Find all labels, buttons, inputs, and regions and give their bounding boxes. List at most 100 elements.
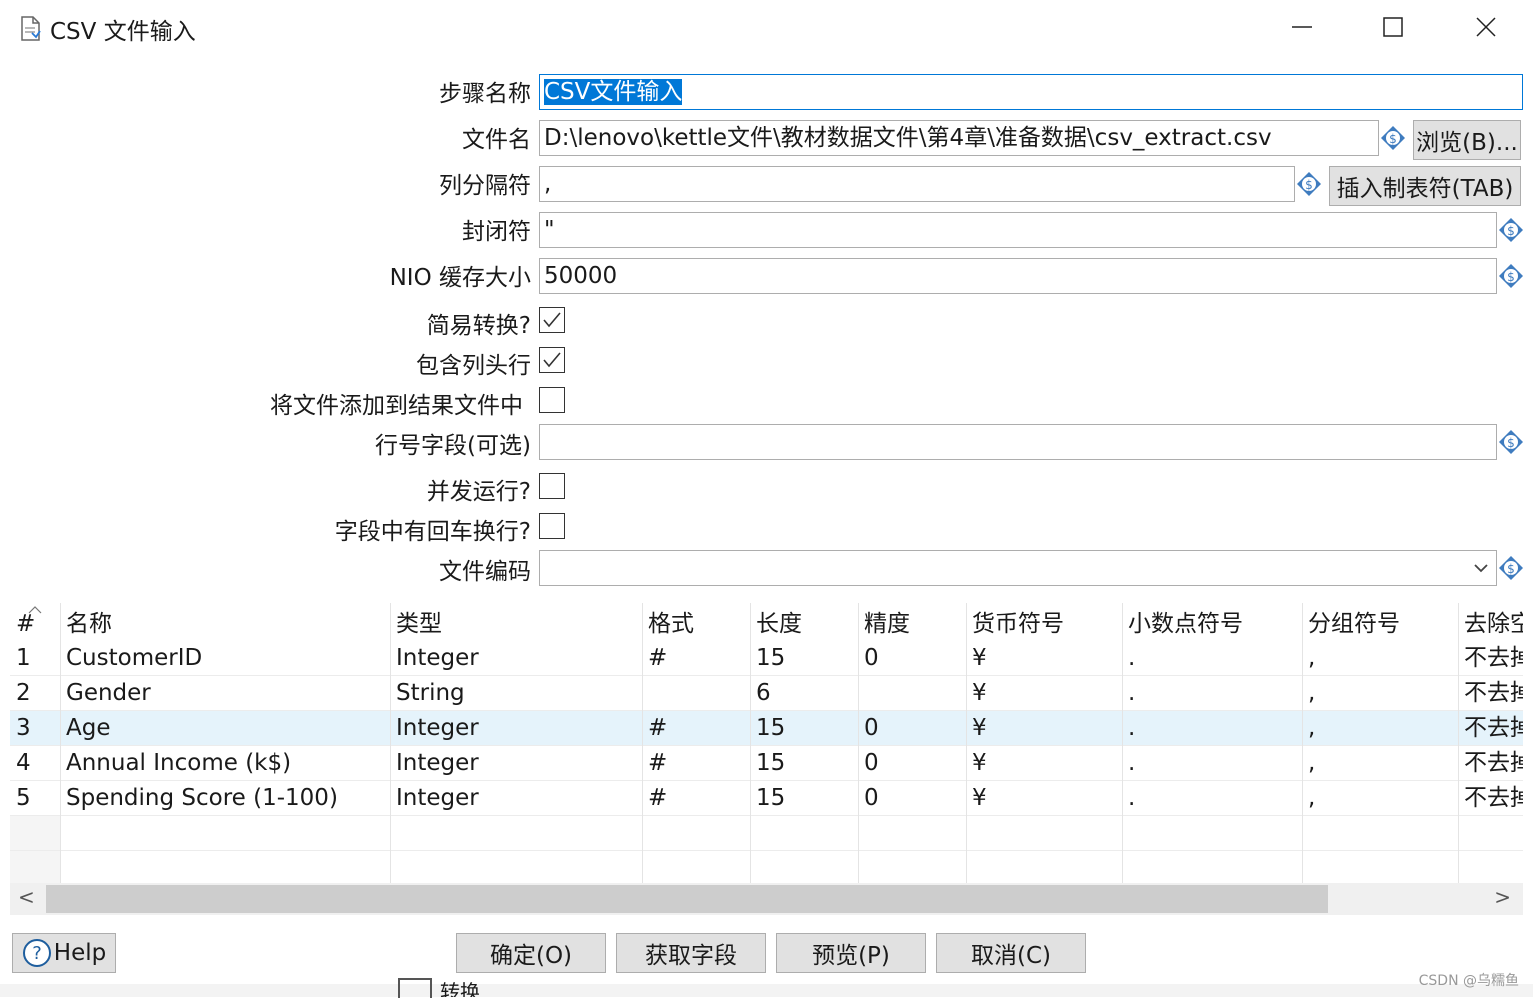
header-row-checkbox[interactable] — [539, 347, 565, 373]
column-header[interactable]: 分组符号 — [1302, 603, 1458, 641]
horizontal-scrollbar[interactable]: < > — [10, 883, 1523, 915]
column-header[interactable]: 精度 — [858, 603, 966, 641]
table-cell[interactable] — [1458, 851, 1523, 883]
table-cell[interactable]: String — [390, 676, 642, 711]
table-cell[interactable]: . — [1122, 641, 1302, 676]
column-header[interactable]: 小数点符号 — [1122, 603, 1302, 641]
table-cell[interactable]: , — [1302, 676, 1458, 711]
table-cell[interactable]: 不去掉 — [1458, 746, 1523, 781]
browse-button[interactable]: 浏览(B)... — [1413, 120, 1521, 160]
table-cell[interactable]: 0 — [858, 781, 966, 816]
variable-icon[interactable]: $ — [1498, 555, 1524, 581]
table-row[interactable]: 1 CustomerID Integer #15 0 ¥., 不去掉 — [10, 641, 1523, 676]
table-cell[interactable]: Integer — [390, 711, 642, 746]
table-row[interactable] — [10, 816, 1523, 851]
table-cell[interactable] — [1302, 816, 1458, 851]
preview-button[interactable]: 预览(P) — [776, 933, 926, 973]
variable-icon[interactable]: $ — [1296, 171, 1322, 197]
table-row[interactable] — [10, 851, 1523, 883]
newline-in-field-checkbox[interactable] — [539, 513, 565, 539]
table-cell[interactable]: Age — [60, 711, 390, 746]
table-cell[interactable] — [750, 851, 858, 883]
delimiter-field[interactable]: , — [539, 166, 1295, 202]
table-cell[interactable] — [60, 851, 390, 883]
encoding-select[interactable] — [539, 550, 1497, 586]
minimize-button[interactable] — [1272, 4, 1332, 50]
scroll-right-arrow[interactable]: > — [1494, 885, 1511, 909]
table-row[interactable]: 4 Annual Income (k$) Integer #15 0 ¥., 不去掉 — [10, 746, 1523, 781]
table-cell[interactable]: 6 — [750, 676, 858, 711]
table-cell[interactable]: # — [642, 746, 750, 781]
close-button[interactable] — [1456, 4, 1516, 50]
filename-field[interactable]: D:\lenovo\kettle文件\教材数据文件\第4章\准备数据\csv_e… — [539, 120, 1379, 156]
insert-tab-button[interactable]: 插入制表符(TAB) — [1329, 166, 1521, 206]
table-row[interactable]: 3 Age Integer #15 0 ¥., 不去掉 — [10, 711, 1523, 746]
table-cell[interactable] — [1302, 851, 1458, 883]
cancel-button[interactable]: 取消(C) — [936, 933, 1086, 973]
column-header[interactable]: 去除空 — [1458, 603, 1523, 641]
table-cell[interactable]: # — [642, 781, 750, 816]
table-cell[interactable]: ¥ — [966, 711, 1122, 746]
table-cell[interactable]: 15 — [750, 711, 858, 746]
get-fields-button[interactable]: 获取字段 — [616, 933, 766, 973]
table-cell[interactable] — [390, 816, 642, 851]
table-cell[interactable]: Spending Score (1-100) — [60, 781, 390, 816]
table-cell[interactable]: Integer — [390, 781, 642, 816]
table-cell[interactable]: ¥ — [966, 746, 1122, 781]
table-cell[interactable]: 15 — [750, 746, 858, 781]
table-cell[interactable]: CustomerID — [60, 641, 390, 676]
table-cell[interactable] — [966, 816, 1122, 851]
enclosure-field[interactable]: " — [539, 212, 1497, 248]
column-header[interactable]: 名称 — [60, 603, 390, 641]
table-cell[interactable]: Annual Income (k$) — [60, 746, 390, 781]
table-cell[interactable]: ¥ — [966, 781, 1122, 816]
variable-icon[interactable]: $ — [1498, 263, 1524, 289]
parallel-checkbox[interactable] — [539, 473, 565, 499]
table-cell[interactable] — [1458, 816, 1523, 851]
table-cell[interactable] — [858, 851, 966, 883]
table-cell[interactable]: Integer — [390, 746, 642, 781]
table-cell[interactable] — [858, 676, 966, 711]
table-cell[interactable]: ¥ — [966, 676, 1122, 711]
table-row[interactable]: 2 Gender String 6 ¥., 不去掉 — [10, 676, 1523, 711]
table-cell[interactable]: , — [1302, 746, 1458, 781]
table-cell[interactable] — [966, 851, 1122, 883]
table-cell[interactable] — [390, 851, 642, 883]
table-cell[interactable]: . — [1122, 781, 1302, 816]
table-cell[interactable]: 不去掉 — [1458, 781, 1523, 816]
table-cell[interactable]: . — [1122, 711, 1302, 746]
table-cell[interactable]: ¥ — [966, 641, 1122, 676]
table-cell[interactable]: , — [1302, 781, 1458, 816]
table-cell[interactable] — [750, 816, 858, 851]
table-cell[interactable]: 不去掉 — [1458, 711, 1523, 746]
table-cell[interactable]: 不去掉 — [1458, 676, 1523, 711]
table-cell[interactable]: , — [1302, 641, 1458, 676]
rownum-field-input[interactable] — [539, 424, 1497, 460]
table-cell[interactable] — [642, 676, 750, 711]
table-cell[interactable] — [858, 816, 966, 851]
maximize-button[interactable] — [1363, 4, 1423, 50]
table-cell[interactable]: # — [642, 711, 750, 746]
table-cell[interactable]: , — [1302, 711, 1458, 746]
table-cell[interactable]: # — [642, 641, 750, 676]
table-cell[interactable]: 15 — [750, 641, 858, 676]
help-button[interactable]: ? Help — [12, 933, 116, 973]
lazy-conversion-checkbox[interactable] — [539, 307, 565, 333]
table-cell[interactable]: . — [1122, 676, 1302, 711]
table-cell[interactable] — [1122, 851, 1302, 883]
variable-icon[interactable]: $ — [1498, 429, 1524, 455]
column-header[interactable]: 类型 — [390, 603, 642, 641]
variable-icon[interactable]: $ — [1498, 217, 1524, 243]
nio-buffer-field[interactable]: 50000 — [539, 258, 1497, 294]
add-to-result-checkbox[interactable] — [539, 387, 565, 413]
table-cell[interactable]: 0 — [858, 711, 966, 746]
variable-icon[interactable]: $ — [1380, 125, 1406, 151]
ok-button[interactable]: 确定(O) — [456, 933, 606, 973]
table-cell[interactable]: . — [1122, 746, 1302, 781]
table-row[interactable]: 5 Spending Score (1-100) Integer #15 0 ¥., 不去掉 — [10, 781, 1523, 816]
table-cell[interactable]: Integer — [390, 641, 642, 676]
table-cell[interactable]: 15 — [750, 781, 858, 816]
step-name-field[interactable]: CSV文件输入 — [539, 74, 1523, 110]
column-header[interactable]: 长度 — [750, 603, 858, 641]
table-cell[interactable]: Gender — [60, 676, 390, 711]
